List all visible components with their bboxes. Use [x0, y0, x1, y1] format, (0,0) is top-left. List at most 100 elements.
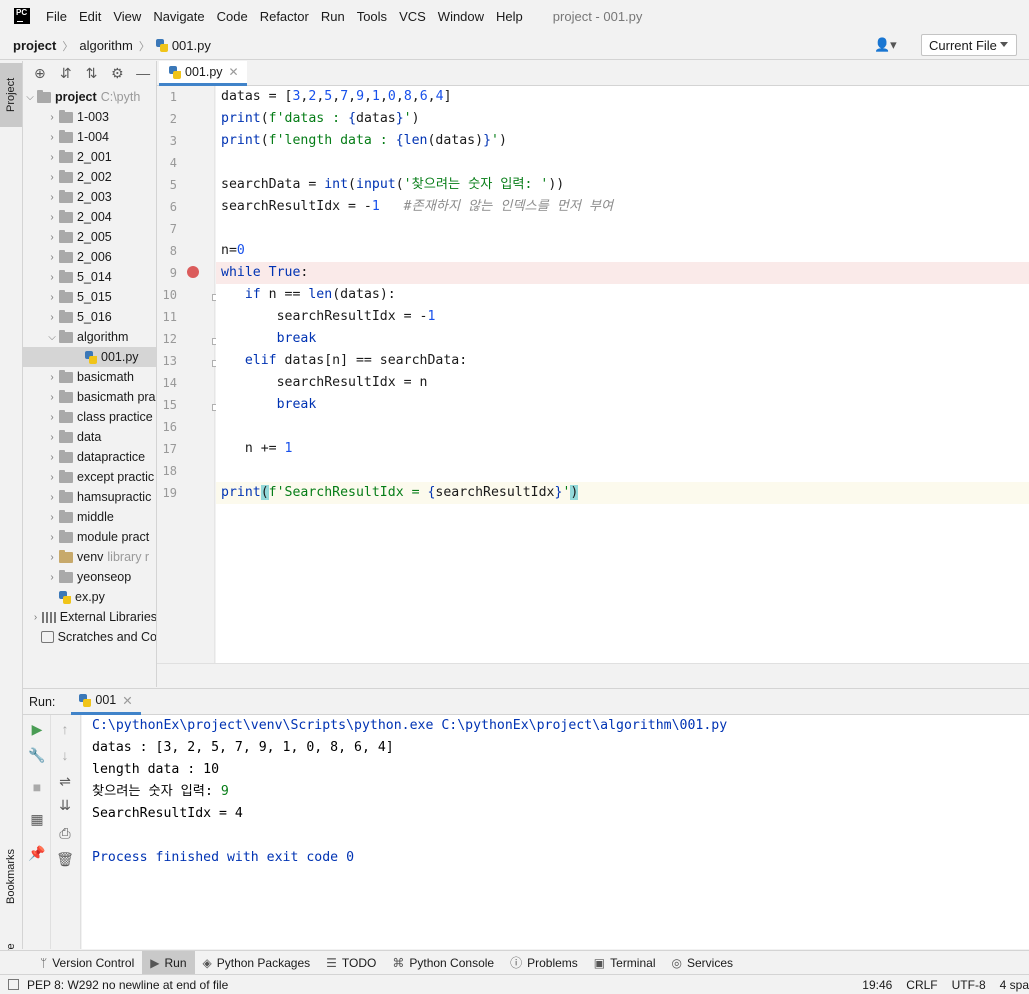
tree-item[interactable]: › 1-004: [23, 127, 156, 147]
tree-item[interactable]: Scratches and Co: [23, 627, 156, 647]
code-editor[interactable]: datas = [3,2,5,7,9,1,0,8,6,4] print(f'da…: [216, 86, 1029, 663]
tree-item[interactable]: › venv library r: [23, 547, 156, 567]
tree-item[interactable]: › 1-003: [23, 107, 156, 127]
minimize-icon[interactable]: —: [130, 65, 156, 81]
menu-view[interactable]: View: [113, 9, 141, 24]
menu-code[interactable]: Code: [217, 9, 248, 24]
menu-window[interactable]: Window: [438, 9, 484, 24]
menu-tools[interactable]: Tools: [357, 9, 387, 24]
tree-item[interactable]: › 5_016: [23, 307, 156, 327]
tool-tab-project[interactable]: Project: [0, 63, 22, 127]
menu-file[interactable]: File: [46, 9, 67, 24]
status-message[interactable]: PEP 8: W292 no newline at end of file: [8, 978, 228, 992]
tool-version-control[interactable]: ᛘ Version Control: [32, 951, 142, 975]
tool-python-packages[interactable]: ◈ Python Packages: [195, 951, 319, 975]
tree-item[interactable]: › 2_005: [23, 227, 156, 247]
select-opened-file-icon[interactable]: ⊕: [27, 65, 53, 82]
chevron-right-icon[interactable]: ›: [45, 392, 59, 403]
tree-item[interactable]: › 5_015: [23, 287, 156, 307]
chevron-right-icon[interactable]: ›: [29, 612, 42, 623]
tool-services[interactable]: ◎ Services: [664, 951, 742, 975]
rerun-icon[interactable]: ▶: [23, 721, 51, 738]
chevron-right-icon[interactable]: ›: [45, 212, 59, 223]
chevron-right-icon[interactable]: ›: [45, 252, 59, 263]
run-console[interactable]: C:\pythonEx\project\venv\Scripts\python.…: [82, 715, 1029, 949]
tree-item[interactable]: › datapractice: [23, 447, 156, 467]
wrench-icon[interactable]: 🔧: [23, 747, 51, 764]
menu-vcs[interactable]: VCS: [399, 9, 426, 24]
close-icon[interactable]: ✕: [229, 65, 239, 79]
chevron-right-icon[interactable]: ›: [45, 532, 59, 543]
arrow-down-icon[interactable]: ↓: [51, 747, 79, 763]
layout-icon[interactable]: ▦: [23, 811, 51, 828]
tool-problems[interactable]: ⓘ Problems: [502, 951, 586, 975]
breakpoint-icon[interactable]: [187, 266, 199, 278]
arrow-up-icon[interactable]: ↑: [51, 721, 79, 737]
user-account-icon[interactable]: 👤▾: [874, 37, 904, 55]
scroll-to-end-icon[interactable]: ⇊: [51, 797, 79, 814]
breadcrumb-project[interactable]: project: [13, 38, 56, 53]
stop-icon[interactable]: ■: [23, 779, 51, 795]
tree-item[interactable]: › 5_014: [23, 267, 156, 287]
chevron-right-icon[interactable]: ›: [45, 312, 59, 323]
tool-todo[interactable]: ☰ TODO: [318, 951, 384, 975]
trash-icon[interactable]: 🗑: [51, 851, 79, 868]
chevron-right-icon[interactable]: ›: [45, 192, 59, 203]
chevron-right-icon[interactable]: ›: [45, 512, 59, 523]
soft-wrap-icon[interactable]: ⇌: [51, 773, 79, 790]
tree-item[interactable]: › yeonseop: [23, 567, 156, 587]
chevron-down-icon[interactable]: ⌵: [23, 92, 37, 103]
chevron-right-icon[interactable]: ›: [45, 472, 59, 483]
editor-gutter[interactable]: 1 2 3 4 5 6 7 8 9 10 11 12 13 14 15 16 17 18 19: [157, 86, 240, 663]
chevron-right-icon[interactable]: ›: [45, 272, 59, 283]
pin-icon[interactable]: 📌: [23, 845, 51, 862]
breadcrumb-file[interactable]: 001.py: [172, 38, 211, 53]
menu-help[interactable]: Help: [496, 9, 523, 24]
tool-window-toggle-icon[interactable]: [8, 979, 19, 990]
chevron-down-icon[interactable]: ⌵: [45, 332, 59, 343]
chevron-right-icon[interactable]: ›: [45, 292, 59, 303]
print-icon[interactable]: ⎙: [51, 825, 79, 842]
chevron-right-icon[interactable]: ›: [45, 372, 59, 383]
line-separator[interactable]: CRLF: [906, 978, 937, 992]
chevron-right-icon[interactable]: ›: [45, 172, 59, 183]
file-encoding[interactable]: UTF-8: [952, 978, 986, 992]
chevron-right-icon[interactable]: ›: [45, 232, 59, 243]
run-configuration-select[interactable]: Current File: [921, 34, 1017, 56]
tree-item[interactable]: ex.py: [23, 587, 156, 607]
expand-all-icon[interactable]: ⇵: [53, 65, 79, 82]
tool-terminal[interactable]: ▣ Terminal: [586, 951, 664, 975]
close-icon[interactable]: ✕: [122, 693, 132, 708]
tree-item[interactable]: › 2_003: [23, 187, 156, 207]
tree-item[interactable]: › middle: [23, 507, 156, 527]
tree-item[interactable]: › basicmath: [23, 367, 156, 387]
caret-position[interactable]: 19:46: [862, 978, 892, 992]
tree-item[interactable]: › External Libraries: [23, 607, 156, 627]
chevron-right-icon[interactable]: ›: [45, 492, 59, 503]
tool-run[interactable]: ▶ Run: [142, 950, 195, 975]
tree-item[interactable]: › module pract: [23, 527, 156, 547]
run-tab-001[interactable]: 001 ✕: [71, 689, 141, 715]
menu-run[interactable]: Run: [321, 9, 345, 24]
tree-item[interactable]: › 2_004: [23, 207, 156, 227]
editor-tab-001-py[interactable]: 001.py ✕: [159, 61, 247, 86]
tree-item[interactable]: › 2_006: [23, 247, 156, 267]
chevron-right-icon[interactable]: ›: [45, 112, 59, 123]
menu-navigate[interactable]: Navigate: [153, 9, 204, 24]
tool-tab-bookmarks[interactable]: Bookmarks: [0, 831, 22, 921]
chevron-right-icon[interactable]: ›: [45, 452, 59, 463]
tree-item[interactable]: › 2_002: [23, 167, 156, 187]
tree-item[interactable]: › 2_001: [23, 147, 156, 167]
chevron-right-icon[interactable]: ›: [45, 432, 59, 443]
tree-item[interactable]: ⌵ algorithm: [23, 327, 156, 347]
tree-item[interactable]: › hamsupractic: [23, 487, 156, 507]
chevron-right-icon[interactable]: ›: [45, 152, 59, 163]
tree-item[interactable]: › data: [23, 427, 156, 447]
tree-item[interactable]: 001.py: [23, 347, 156, 367]
collapse-all-icon[interactable]: ⇅: [79, 65, 105, 82]
chevron-right-icon[interactable]: ›: [45, 572, 59, 583]
tool-python-console[interactable]: ⌘ Python Console: [384, 951, 502, 975]
chevron-right-icon[interactable]: ›: [45, 132, 59, 143]
chevron-right-icon[interactable]: ›: [45, 412, 59, 423]
tree-root-project[interactable]: ⌵ project C:\pyth: [23, 87, 156, 107]
